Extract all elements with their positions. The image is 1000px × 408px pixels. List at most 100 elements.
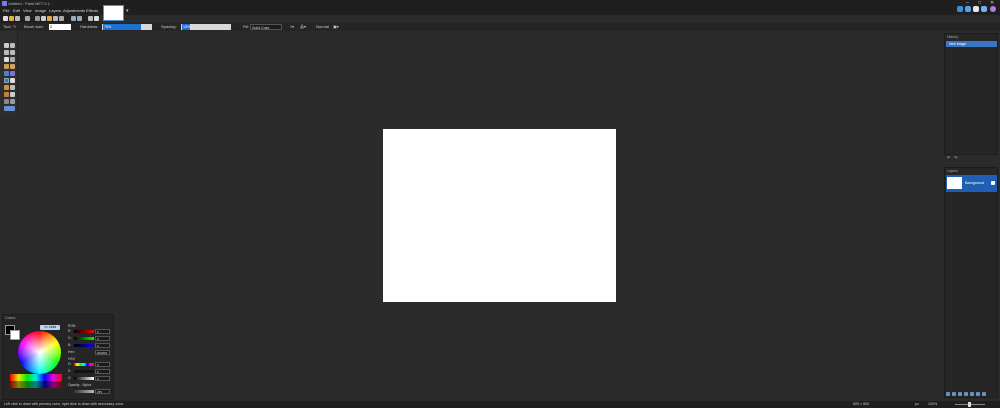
- antialias-icon[interactable]: ⌇▾: [290, 23, 294, 31]
- open-icon[interactable]: [9, 16, 14, 21]
- hardness-slider[interactable]: 75%: [102, 24, 152, 30]
- history-panel: History New Image: [944, 33, 998, 155]
- saturation-field[interactable]: 0: [95, 369, 110, 374]
- redo-icon[interactable]: [77, 16, 82, 21]
- menu-bar: File Edit View Image Layers Adjustments …: [0, 7, 1000, 15]
- history-item[interactable]: New Image: [946, 41, 997, 47]
- magic-wand-icon[interactable]: [4, 64, 9, 69]
- opacity-field[interactable]: 255: [95, 389, 110, 394]
- text-icon[interactable]: [4, 99, 9, 104]
- cut-icon[interactable]: [35, 16, 40, 21]
- secondary-color-swatch[interactable]: [10, 330, 20, 340]
- pan-icon[interactable]: [10, 64, 15, 69]
- hardness-label: Hardness:: [80, 24, 99, 29]
- menu-adjustments[interactable]: Adjustments: [63, 7, 85, 15]
- sampling-icon[interactable]: ▣▾: [333, 23, 339, 31]
- menu-file[interactable]: File: [3, 7, 9, 15]
- zoom-slider-thumb[interactable]: [968, 402, 971, 407]
- grid-icon[interactable]: [88, 16, 93, 21]
- merge-layer-icon[interactable]: [964, 392, 968, 396]
- saturation-slider[interactable]: [74, 370, 94, 373]
- history-undo-icon[interactable]: ↶: [947, 155, 950, 160]
- move-selection-icon[interactable]: [10, 43, 15, 48]
- v-label: V:: [68, 376, 72, 380]
- value-field[interactable]: 0: [95, 376, 110, 381]
- recolor-icon[interactable]: [10, 92, 15, 97]
- pencil-icon[interactable]: [4, 85, 9, 90]
- layer-properties-icon[interactable]: [982, 392, 986, 396]
- save-icon[interactable]: [15, 16, 20, 21]
- rectangle-select-icon[interactable]: [4, 43, 9, 48]
- delete-layer-icon[interactable]: [952, 392, 956, 396]
- undo-icon[interactable]: [71, 16, 76, 21]
- tools-window-icon[interactable]: [965, 6, 971, 12]
- move-selected-icon[interactable]: [10, 50, 15, 55]
- alpha-blend-icon[interactable]: ⁂▾: [300, 23, 306, 31]
- g-label: G:: [68, 336, 72, 340]
- settings-icon[interactable]: [957, 6, 963, 12]
- history-controls: ↶ ↷: [944, 155, 998, 161]
- line-icon[interactable]: [10, 99, 15, 104]
- hue-field[interactable]: 0: [95, 362, 110, 367]
- history-window-icon[interactable]: [973, 6, 979, 12]
- blue-field[interactable]: 0: [95, 343, 110, 348]
- zoom-value[interactable]: 100%: [928, 401, 937, 408]
- print-icon[interactable]: [25, 16, 30, 21]
- menu-effects[interactable]: Effects: [86, 7, 98, 15]
- document-thumbnail-tab[interactable]: [103, 5, 124, 21]
- paste-icon[interactable]: [47, 16, 52, 21]
- blend-mode-select[interactable]: Normal: [316, 23, 329, 31]
- history-redo-icon[interactable]: ↷: [954, 155, 957, 160]
- color-wheel[interactable]: [18, 331, 61, 374]
- duplicate-layer-icon[interactable]: [958, 392, 962, 396]
- hue-slider[interactable]: [74, 363, 94, 366]
- red-field[interactable]: 0: [95, 329, 110, 334]
- menu-image[interactable]: Image: [35, 7, 46, 15]
- layers-window-icon[interactable]: [981, 6, 987, 12]
- paintbrush-icon[interactable]: ✎: [13, 23, 16, 31]
- ellipse-select-icon[interactable]: [4, 57, 9, 62]
- unit-select[interactable]: px: [915, 401, 919, 408]
- layer-row[interactable]: Background: [946, 175, 997, 192]
- clone-stamp-icon[interactable]: [4, 92, 9, 97]
- fill-select[interactable]: Solid Color: [250, 24, 282, 30]
- less-more-button[interactable]: << Less: [40, 325, 60, 330]
- title-bar: Untitled - Paint.NET 5.1 – □ ✕: [0, 0, 1000, 7]
- shapes-icon[interactable]: [4, 106, 15, 111]
- crop-icon[interactable]: [53, 16, 58, 21]
- menu-layers[interactable]: Layers: [49, 7, 61, 15]
- green-field[interactable]: 0: [95, 336, 110, 341]
- green-slider[interactable]: [74, 337, 94, 340]
- spacing-value: 15%: [182, 24, 191, 30]
- copy-icon[interactable]: [41, 16, 46, 21]
- add-layer-icon[interactable]: [946, 392, 950, 396]
- value-slider[interactable]: [74, 377, 94, 380]
- deselect-icon[interactable]: [59, 16, 64, 21]
- ruler-icon[interactable]: [94, 16, 99, 21]
- paint-bucket-icon[interactable]: [4, 71, 9, 76]
- blue-slider[interactable]: [74, 344, 94, 347]
- add-document-icon[interactable]: ▾: [126, 8, 129, 14]
- spacing-slider[interactable]: 15%: [181, 24, 231, 30]
- color-picker-icon[interactable]: [10, 85, 15, 90]
- colors-window-icon[interactable]: [990, 6, 996, 12]
- tool-options-bar: Tool: ✎ Brush size: 2 Hardness: 75% Spac…: [0, 23, 1000, 31]
- paintbrush-tool-icon[interactable]: [4, 78, 9, 83]
- eraser-icon[interactable]: [10, 78, 15, 83]
- new-icon[interactable]: [3, 16, 8, 21]
- menu-edit[interactable]: Edit: [13, 7, 20, 15]
- image-canvas[interactable]: [383, 129, 616, 302]
- layer-visibility-icon[interactable]: [991, 181, 995, 185]
- red-slider[interactable]: [74, 330, 94, 333]
- layer-up-icon[interactable]: [970, 392, 974, 396]
- layer-down-icon[interactable]: [976, 392, 980, 396]
- gradient-icon[interactable]: [10, 71, 15, 76]
- lasso-select-icon[interactable]: [4, 50, 9, 55]
- opacity-slider[interactable]: [74, 390, 94, 393]
- opacity-label: Opacity - Alpha: [68, 383, 91, 387]
- zoom-icon[interactable]: [10, 57, 15, 62]
- hex-field[interactable]: 000000: [95, 350, 110, 355]
- brush-size-field[interactable]: 2: [49, 24, 71, 30]
- menu-view[interactable]: View: [23, 7, 32, 15]
- color-palette-dark[interactable]: [10, 381, 62, 388]
